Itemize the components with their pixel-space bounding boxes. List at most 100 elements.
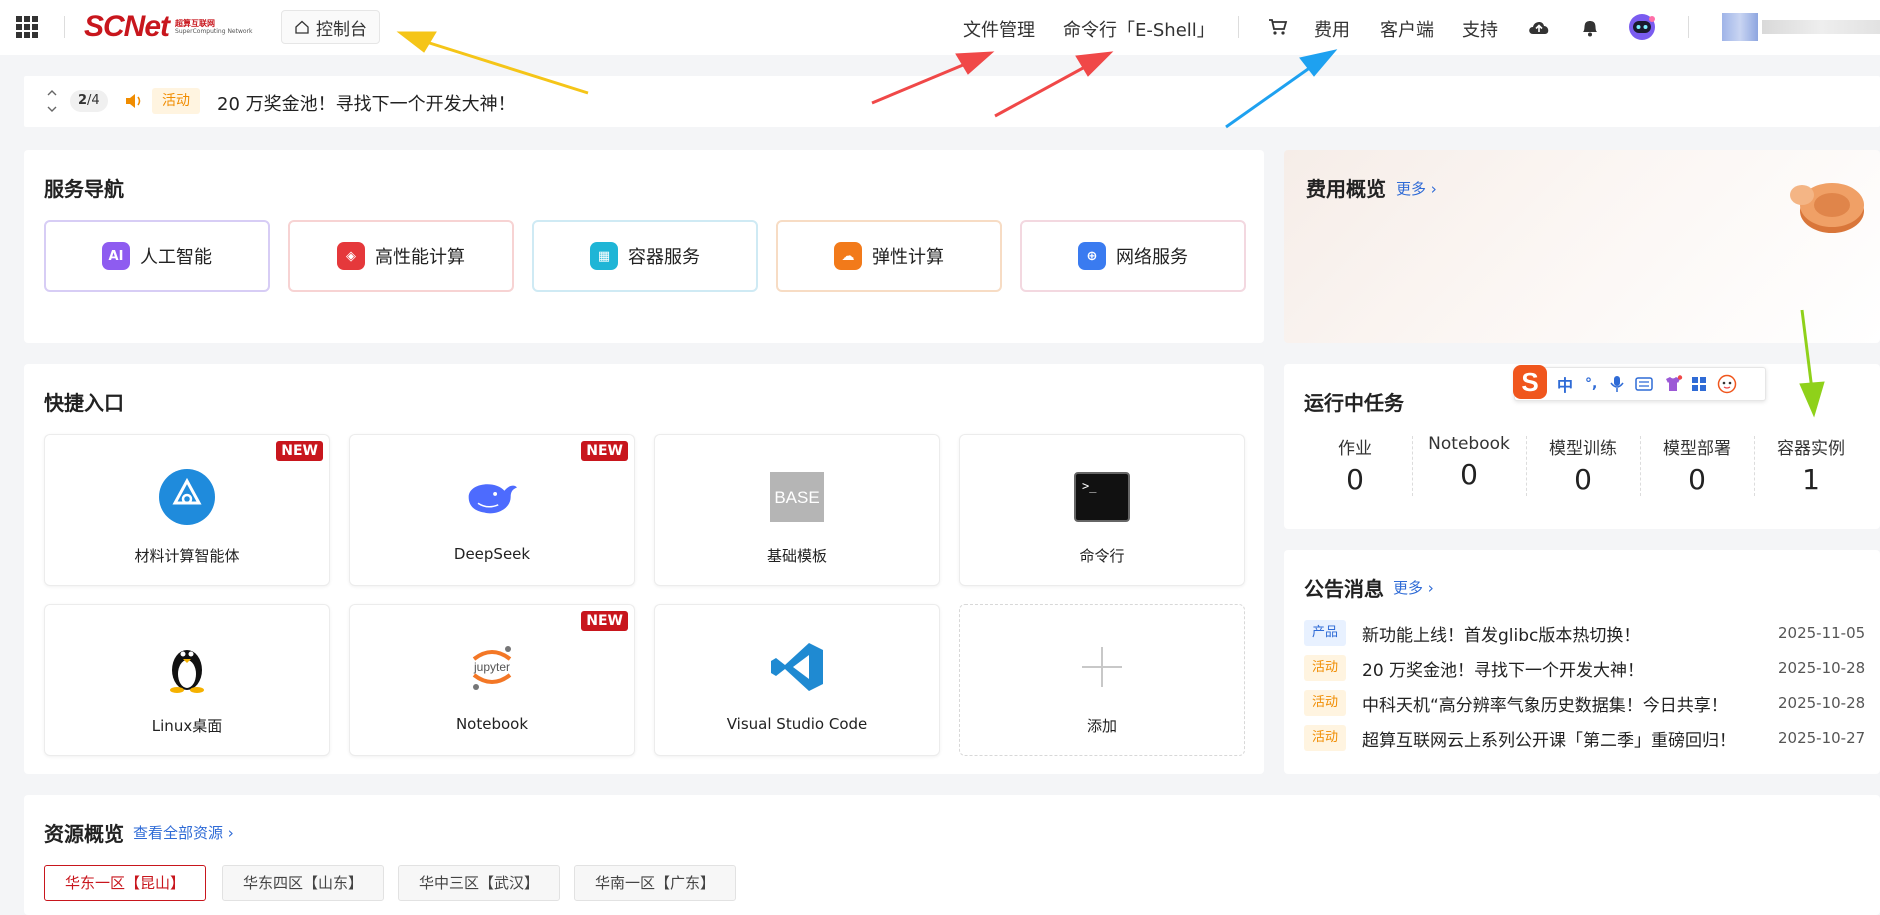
toolbox-grid-icon[interactable] [1691, 376, 1707, 392]
hpc-icon: ◈ [337, 242, 365, 270]
sogou-logo-icon[interactable]: S [1511, 363, 1549, 401]
task-divider [1412, 436, 1413, 496]
view-all-resources-link[interactable]: 查看全部资源 › [133, 822, 234, 843]
task-stat-value: 0 [1688, 463, 1706, 496]
task-stat-label: 容器实例 [1777, 439, 1845, 459]
speaker-icon [126, 94, 141, 108]
service-card-label: 弹性计算 [872, 247, 944, 268]
service-card-1[interactable]: ◈ 高性能计算 [288, 220, 514, 292]
quick-entry-card[interactable]: BASE 基础模板 [654, 434, 940, 586]
svg-text:BASE: BASE [774, 488, 819, 507]
announcement-item[interactable]: 活动 超算互联网云上系列公开课「第二季」重磅回归！ 2025-10-27 [1304, 725, 1880, 751]
divider [1688, 16, 1689, 38]
task-stat[interactable]: 容器实例 1 [1754, 434, 1868, 496]
announcement-item[interactable]: 活动 中科天机“高分辨率气象历史数据集！今日共享！ 2025-10-28 [1304, 690, 1880, 716]
announcement-text: 中科天机“高分辨率气象历史数据集！今日共享！ [1362, 696, 1728, 716]
nav-billing[interactable]: 费用 [1314, 16, 1350, 42]
activity-tag: 活动 [152, 88, 200, 114]
logo-en: SuperComputing Network [175, 28, 253, 35]
nav-support[interactable]: 支持 [1462, 16, 1498, 42]
quick-entry-card[interactable]: Linux桌面 [44, 604, 330, 756]
announcement-tag: 活动 [1304, 655, 1346, 681]
billing-overview-title: 费用概览 [1306, 177, 1386, 201]
nav-file-management[interactable]: 文件管理 [963, 16, 1035, 42]
announcements-more-link[interactable]: 更多 › [1393, 577, 1434, 598]
quick-entry-card[interactable]: 材料计算智能体 NEW [44, 434, 330, 586]
quick-entry-card[interactable]: DeepSeek NEW [349, 434, 635, 586]
task-stat-label: 模型训练 [1549, 439, 1617, 459]
scnet-logo[interactable]: SCNet 超算互联网 SuperComputing Network [84, 10, 253, 44]
task-stat[interactable]: 模型部署 0 [1640, 434, 1754, 496]
up-down-arrows-icon[interactable] [46, 86, 58, 116]
logo-mark: SCNet [84, 10, 170, 43]
divider [1238, 16, 1239, 38]
terminal-icon: >_ [1074, 469, 1130, 525]
region-tab[interactable]: 华中三区【武汉】 [398, 865, 560, 901]
ime-punctuation[interactable]: °, [1585, 376, 1597, 392]
apps-grid-icon[interactable] [16, 16, 38, 38]
service-card-0[interactable]: AI 人工智能 [44, 220, 270, 292]
announcement-item[interactable]: 活动 20 万奖金池！寻找下一个开发大神！ 2025-10-28 [1304, 655, 1880, 681]
task-stat[interactable]: Notebook 0 [1412, 434, 1526, 491]
quick-entry-card[interactable]: Visual Studio Code [654, 604, 940, 756]
quick-entry-label: Visual Studio Code [726, 715, 868, 733]
quick-entry-title: 快捷入口 [44, 391, 124, 415]
task-stat-label: 模型部署 [1663, 439, 1731, 459]
quick-entry-label: Notebook [455, 715, 529, 733]
nav-client[interactable]: 客户端 [1380, 16, 1434, 42]
ime-toolbar[interactable]: S 中 °, [1513, 365, 1766, 401]
quick-entry-label: 添加 [1086, 717, 1117, 735]
quick-entry-card[interactable]: jupyter Notebook NEW [349, 604, 635, 756]
announcement-tag: 活动 [1304, 725, 1346, 751]
region-tab[interactable]: 华东一区【昆山】 [44, 865, 206, 901]
region-tab[interactable]: 华东四区【山东】 [222, 865, 384, 901]
announcement-tag: 产品 [1304, 620, 1346, 646]
nav-eshell[interactable]: 命令行「E-Shell」 [1063, 16, 1215, 42]
service-card-label: 网络服务 [1116, 247, 1188, 268]
announcement-date: 2025-10-28 [1778, 694, 1866, 712]
quick-entry-label: DeepSeek [453, 545, 531, 563]
linux-penguin-icon [159, 639, 215, 695]
quick-entry-card[interactable]: 添加 [959, 604, 1245, 756]
service-card-label: 容器服务 [628, 247, 700, 268]
task-stat[interactable]: 作业 0 [1298, 434, 1412, 496]
announcement-text: 20 万奖金池！寻找下一个开发大神！ [1362, 661, 1645, 681]
quick-entry-label: 基础模板 [766, 547, 827, 565]
task-stat-label: 作业 [1338, 439, 1372, 459]
logo-cn: 超算互联网 [175, 19, 216, 28]
ime-chinese-mode[interactable]: 中 [1557, 372, 1573, 396]
deepseek-whale-icon [464, 469, 520, 525]
console-button[interactable]: 控制台 [281, 10, 380, 44]
username-blurred[interactable] [1762, 20, 1880, 34]
task-divider [1640, 436, 1641, 496]
plus-icon [1074, 639, 1130, 695]
service-card-4[interactable]: ⊕ 网络服务 [1020, 220, 1246, 292]
service-card-2[interactable]: ▦ 容器服务 [532, 220, 758, 292]
service-card-label: 人工智能 [140, 247, 212, 268]
user-avatar[interactable] [1722, 13, 1758, 41]
task-stat-value: 1 [1802, 463, 1820, 496]
announcement-tag: 活动 [1304, 690, 1346, 716]
service-card-3[interactable]: ☁ 弹性计算 [776, 220, 1002, 292]
new-badge: NEW [581, 441, 628, 461]
task-stat[interactable]: 模型训练 0 [1526, 434, 1640, 496]
console-label: 控制台 [316, 19, 367, 40]
cart-icon[interactable] [1268, 18, 1288, 36]
vscode-icon [769, 639, 825, 695]
new-badge: NEW [581, 611, 628, 631]
robot-avatar-icon[interactable] [1627, 13, 1657, 41]
region-tab[interactable]: 华南一区【广东】 [574, 865, 736, 901]
jupyter-icon: jupyter [464, 639, 520, 695]
mascot-icon[interactable] [1717, 374, 1737, 394]
cloud-upload-icon[interactable] [1527, 17, 1551, 37]
notice-text[interactable]: 20 万奖金池！寻找下一个开发大神！ [217, 90, 516, 116]
bell-icon[interactable] [1580, 16, 1600, 38]
announcement-item[interactable]: 产品 新功能上线！首发glibc版本热切换！ 2025-11-05 [1304, 620, 1880, 646]
service-nav-title: 服务导航 [44, 177, 124, 201]
keyboard-icon[interactable] [1635, 377, 1654, 391]
skin-shirt-icon[interactable] [1663, 375, 1683, 393]
microphone-icon[interactable] [1609, 375, 1625, 393]
billing-more-link[interactable]: 更多 › [1396, 178, 1437, 199]
quick-entry-card[interactable]: >_ 命令行 [959, 434, 1245, 586]
new-badge: NEW [276, 441, 323, 461]
